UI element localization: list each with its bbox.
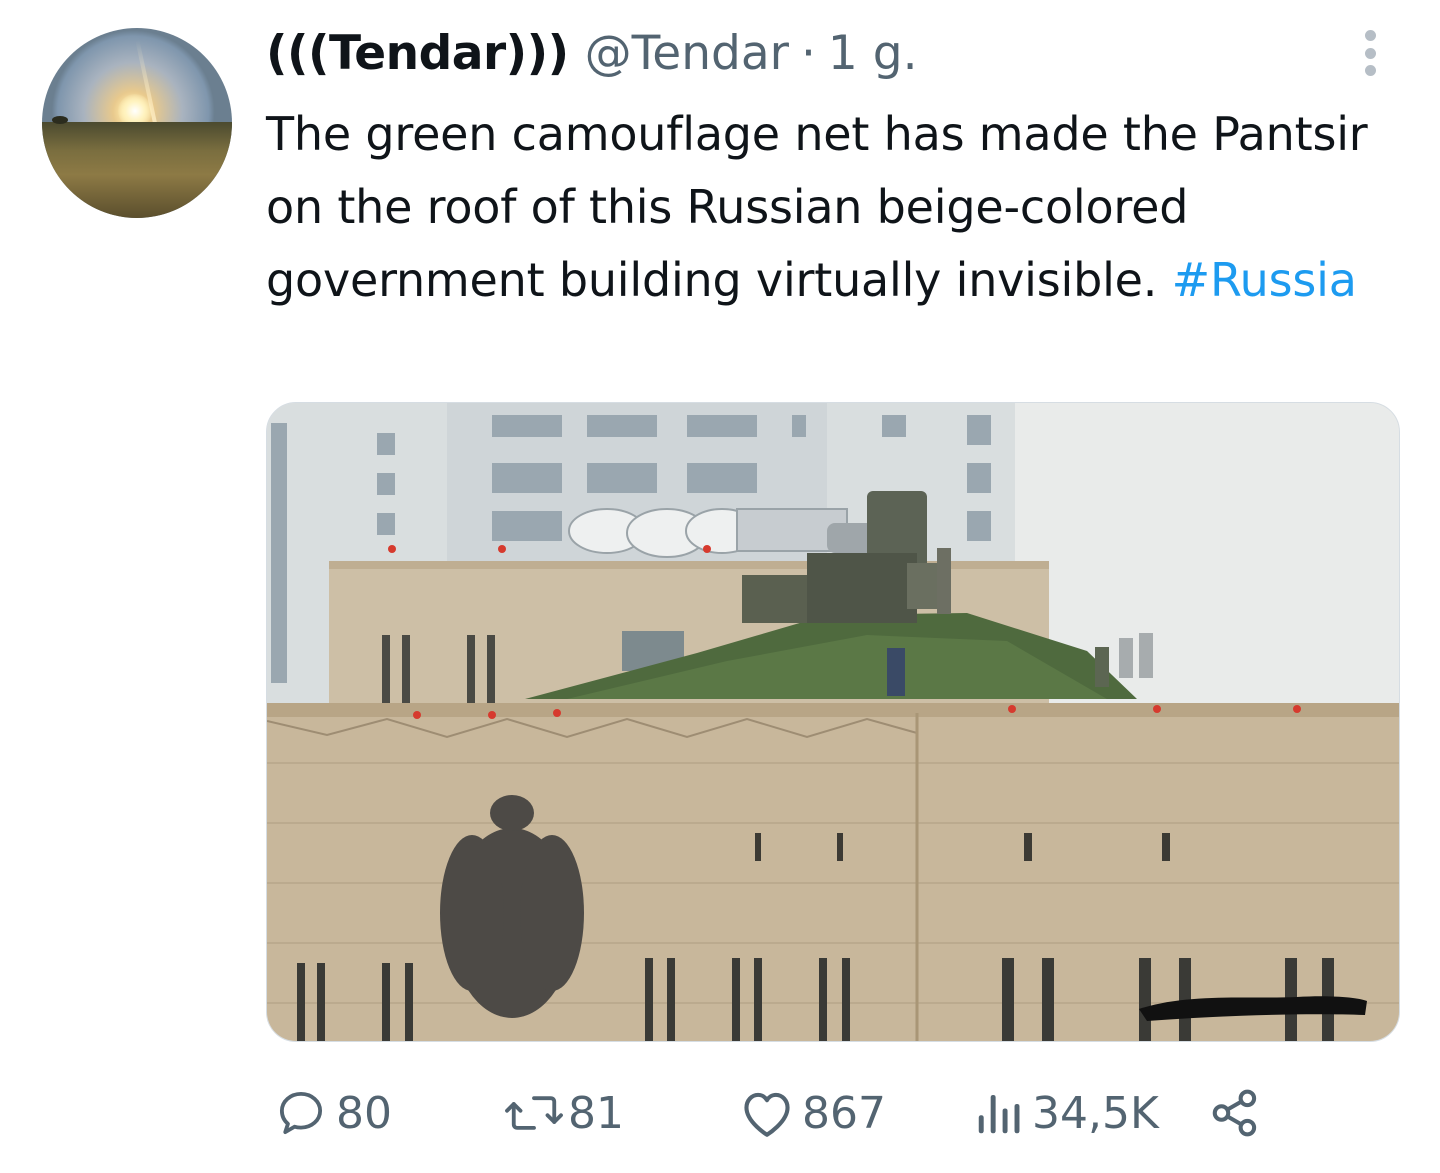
views-count: 34,5K <box>1032 1087 1159 1139</box>
views-button[interactable]: 34,5K <box>974 1078 1159 1148</box>
hashtag-link[interactable]: #Russia <box>1172 253 1357 307</box>
tweet-timestamp[interactable]: 1 g. <box>828 26 918 81</box>
like-count: 867 <box>802 1087 886 1139</box>
tweet-text: The green camouflage net has made the Pa… <box>266 98 1386 317</box>
more-icon[interactable] <box>1352 30 1388 76</box>
tweet-photo[interactable] <box>266 402 1400 1042</box>
reply-icon <box>274 1086 328 1140</box>
retweet-count: 81 <box>568 1087 624 1139</box>
user-handle[interactable]: @Tendar <box>585 26 789 81</box>
header-separator: · <box>800 26 816 81</box>
tweet-header: (((Tendar))) @Tendar · 1 g. <box>266 26 918 86</box>
avatar-tree <box>52 116 68 124</box>
views-icon <box>974 1086 1024 1140</box>
like-button[interactable]: 867 <box>738 1078 886 1148</box>
tweet-actions: 80 81 867 34,5K <box>266 1078 1386 1148</box>
avatar-field <box>42 122 232 218</box>
share-button[interactable] <box>1208 1078 1262 1148</box>
retweet-button[interactable]: 81 <box>502 1078 624 1148</box>
like-icon <box>738 1086 796 1140</box>
display-name[interactable]: (((Tendar))) <box>266 26 569 81</box>
retweet-icon <box>502 1086 566 1140</box>
avatar[interactable] <box>42 28 232 218</box>
reply-button[interactable]: 80 <box>274 1078 392 1148</box>
share-icon <box>1208 1086 1262 1140</box>
reply-count: 80 <box>336 1087 392 1139</box>
